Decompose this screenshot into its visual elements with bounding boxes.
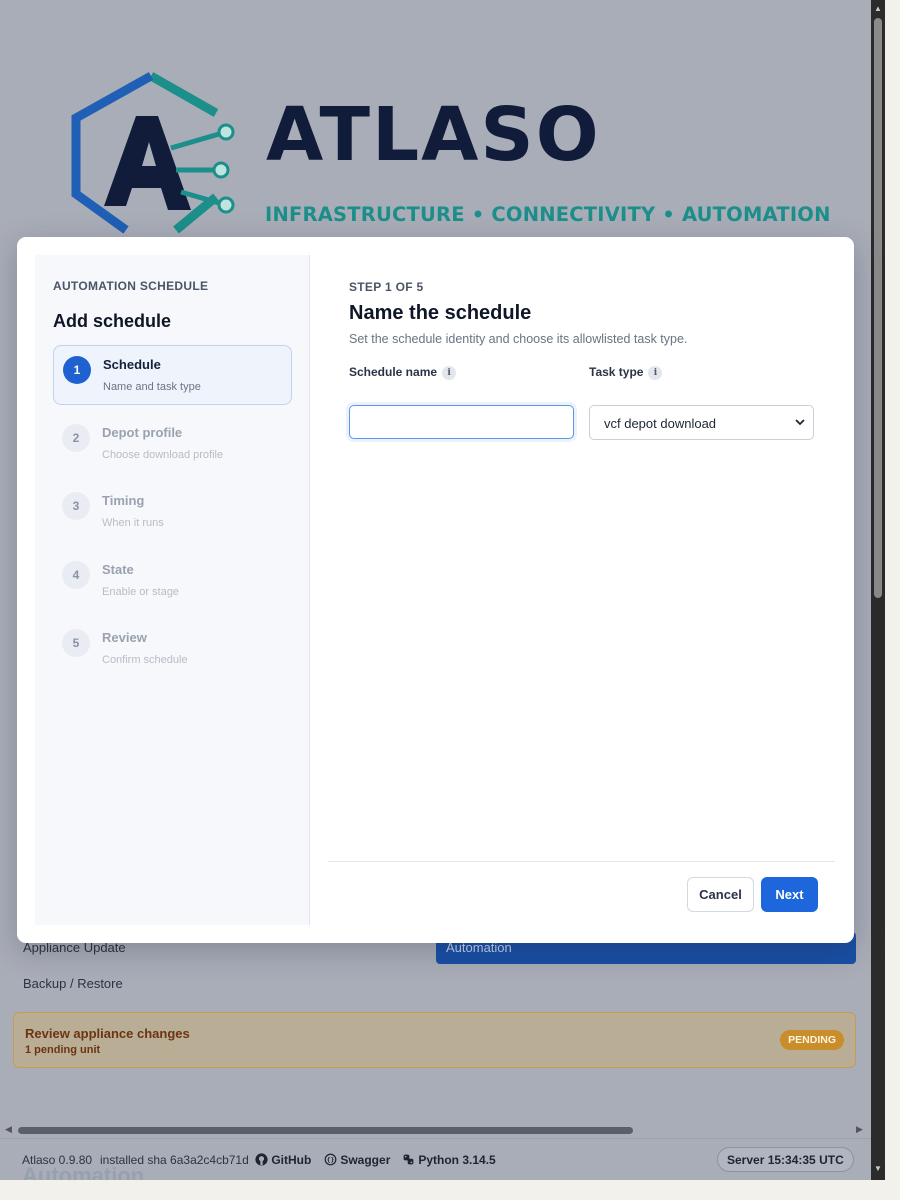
schedule-name-input[interactable] [349,405,574,439]
footer-swagger-link[interactable]: {} Swagger [324,1153,390,1167]
wizard-step-review[interactable]: 5 Review Confirm schedule [53,619,292,679]
wizard-sidebar: AUTOMATION SCHEDULE Add schedule 1 Sched… [35,255,310,925]
atlaso-hexagon-icon [71,72,235,234]
scroll-down-icon[interactable]: ▼ [874,1164,882,1173]
step-number: 3 [62,492,90,520]
pending-badge: PENDING [780,1030,844,1050]
server-time-pill: Server 15:34:35 UTC [717,1147,854,1172]
python-label: Python 3.14.5 [418,1153,496,1167]
horizontal-scroll-thumb[interactable] [18,1127,633,1134]
github-label: GitHub [271,1153,312,1167]
step-subtitle: Confirm schedule [102,654,188,666]
task-type-label-text: Task type [589,365,644,379]
step-label: Schedule [103,357,161,372]
step-number: 1 [63,356,91,384]
info-icon[interactable]: i [442,366,457,380]
scroll-up-icon[interactable]: ▲ [874,4,882,13]
banner-title: Review appliance changes [25,1026,190,1041]
scroll-left-icon[interactable]: ◀ [5,1124,12,1135]
step-indicator: STEP 1 OF 5 [349,280,424,294]
add-schedule-modal: AUTOMATION SCHEDULE Add schedule 1 Sched… [17,237,854,943]
wizard-content: STEP 1 OF 5 Name the schedule Set the sc… [349,237,835,943]
step-subtitle: Enable or stage [102,586,180,598]
wizard-step-schedule[interactable]: 1 Schedule Name and task type [53,345,292,405]
schedule-name-label-text: Schedule name [349,365,438,379]
step-label: Review [102,630,147,645]
svg-text:{}: {} [327,1156,335,1164]
wizard-step-timing[interactable]: 3 Timing When it runs [53,482,292,542]
step-subtitle: Name and task type [103,381,201,393]
modal-title: Add schedule [53,311,172,331]
schedule-name-label: Schedule name i [349,365,457,380]
sidebar-eyebrow: AUTOMATION SCHEDULE [53,279,209,293]
step-label: Depot profile [102,425,183,440]
task-type-selected-value: vcf depot download [604,416,717,431]
vertical-scroll-thumb[interactable] [874,18,882,598]
scroll-right-icon[interactable]: ▶ [856,1124,863,1135]
step-subtitle: When it runs [102,517,164,529]
footer-github-link[interactable]: GitHub [255,1153,311,1167]
page-vertical-scrollbar[interactable]: ▲ ▼ [871,0,885,1180]
swagger-icon: {} [324,1153,337,1166]
step-subtitle: Choose download profile [102,449,224,461]
step-heading: Name the schedule [349,302,532,324]
cancel-button[interactable]: Cancel [687,877,754,912]
wizard-step-state[interactable]: 4 State Enable or stage [53,551,292,611]
step-label: State [102,562,134,577]
background-heading: Automation [22,1163,145,1180]
banner-subtitle: 1 pending unit [25,1044,101,1056]
python-icon [403,1154,414,1165]
info-icon[interactable]: i [648,366,663,380]
footer-divider [328,861,835,862]
pending-changes-banner[interactable]: Review appliance changes 1 pending unit … [13,1012,856,1068]
step-description: Set the schedule identity and choose its… [349,332,688,346]
chevron-down-icon [795,419,805,426]
logo-tagline: INFRASTRUCTURE • CONNECTIVITY • AUTOMATI… [265,203,831,226]
footer-python-version: Python 3.14.5 [402,1153,496,1167]
github-icon [255,1153,268,1166]
wizard-step-depot-profile[interactable]: 2 Depot profile Choose download profile [53,414,292,474]
logo-wordmark: ATLASO [266,92,601,178]
nav-link-backup-restore[interactable]: Backup / Restore [23,976,123,991]
task-type-label: Task type i [589,365,663,380]
swagger-label: Swagger [340,1153,391,1167]
next-button[interactable]: Next [761,877,818,912]
step-number: 2 [62,424,90,452]
atlaso-logo: ATLASO INFRASTRUCTURE • CONNECTIVITY • A… [66,70,830,240]
step-number: 4 [62,561,90,589]
step-number: 5 [62,629,90,657]
step-label: Timing [102,493,145,508]
horizontal-scrollbar[interactable]: ◀ ▶ [0,1122,871,1138]
task-type-select[interactable]: vcf depot download [589,405,814,440]
